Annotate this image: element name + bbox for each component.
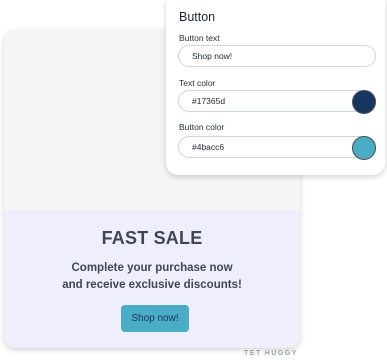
text-color-value: #17365d — [192, 96, 226, 106]
huggy-logo: TET HUGGY — [244, 350, 298, 357]
logo-name: HUGGY — [264, 350, 298, 357]
logo-mark: TET — [244, 350, 262, 357]
panel-title: Button — [179, 10, 216, 24]
button-text-input[interactable]: Shop now! — [178, 45, 376, 67]
text-color-label: Text color — [179, 78, 216, 88]
text-color-input[interactable]: #17365d — [178, 90, 376, 114]
popup-subtext: Complete your purchase now and receive e… — [4, 260, 300, 294]
popup-content: FAST SALE Complete your purchase now and… — [4, 210, 300, 348]
button-color-input[interactable]: #4bacc6 — [178, 136, 376, 160]
popup-subtext-line-1: Complete your purchase now — [71, 262, 233, 274]
button-color-label: Button color — [179, 122, 225, 132]
popup-subtext-line-2: and receive exclusive discounts! — [62, 279, 242, 291]
popup-headline: FAST SALE — [101, 228, 203, 248]
button-settings-panel: Button Button text Shop now! Text color … — [166, 0, 385, 175]
text-color-swatch[interactable] — [352, 90, 376, 114]
stage: FAST SALE Complete your purchase now and… — [0, 0, 387, 364]
button-text-label: Button text — [179, 33, 220, 43]
button-color-value: #4bacc6 — [192, 142, 225, 152]
shop-now-button[interactable]: Shop now! — [121, 305, 189, 332]
button-color-swatch[interactable] — [352, 136, 376, 160]
button-text-value: Shop now! — [192, 51, 233, 61]
